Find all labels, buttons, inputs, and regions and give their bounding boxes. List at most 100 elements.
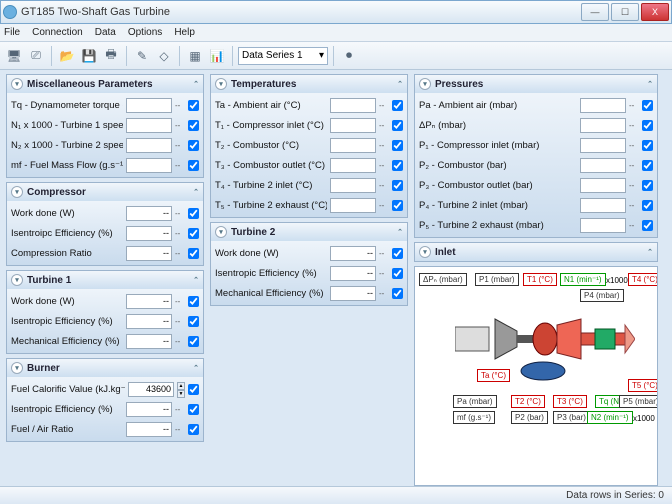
series-selector[interactable]: Data Series 1▾ xyxy=(238,47,328,65)
param-input[interactable] xyxy=(126,158,172,173)
expand-icon: ▾ xyxy=(11,78,23,90)
panel-comp: ▾ Compressor ⌃ Work done (W) -- Isentroi… xyxy=(6,182,204,266)
minimize-button[interactable]: — xyxy=(581,3,609,21)
param-input[interactable] xyxy=(580,138,626,153)
param-input[interactable] xyxy=(330,118,376,133)
param-input[interactable] xyxy=(330,98,376,113)
param-input[interactable] xyxy=(126,138,172,153)
save-icon[interactable]: 💾 xyxy=(79,46,99,66)
param-checkbox[interactable] xyxy=(642,140,653,151)
param-input[interactable] xyxy=(126,334,172,349)
network-icon[interactable]: ⎚ xyxy=(26,46,46,66)
param-label: T₁ - Compressor inlet (°C) xyxy=(215,120,327,131)
param-input[interactable] xyxy=(126,294,172,309)
close-button[interactable]: X xyxy=(641,3,669,21)
param-checkbox[interactable] xyxy=(642,120,653,131)
param-input[interactable] xyxy=(126,314,172,329)
param-input[interactable] xyxy=(580,118,626,133)
param-checkbox[interactable] xyxy=(642,160,653,171)
panel-header-t2[interactable]: ▾ Turbine 2 ⌃ xyxy=(211,223,407,241)
connect-icon[interactable]: 🖥 xyxy=(4,46,24,66)
param-input[interactable] xyxy=(330,158,376,173)
panel-burner: ▾ Burner ⌃ Fuel Calorific Value (kJ.kg⁻¹… xyxy=(6,358,204,442)
print-icon[interactable]: 🖶 xyxy=(101,46,121,66)
param-checkbox[interactable] xyxy=(188,384,199,395)
param-input[interactable] xyxy=(126,226,172,241)
param-input[interactable] xyxy=(126,206,172,221)
param-checkbox[interactable] xyxy=(392,288,403,299)
param-checkbox[interactable] xyxy=(188,424,199,435)
param-row: N₁ x 1000 - Turbine 1 speed (min⁻¹) -- xyxy=(11,115,199,135)
param-input[interactable] xyxy=(330,286,376,301)
param-checkbox[interactable] xyxy=(188,336,199,347)
param-input[interactable] xyxy=(580,178,626,193)
edit-icon[interactable]: ✎ xyxy=(132,46,152,66)
param-input[interactable] xyxy=(330,266,376,281)
menu-connection[interactable]: Connection xyxy=(32,27,83,38)
param-checkbox[interactable] xyxy=(188,316,199,327)
param-checkbox[interactable] xyxy=(188,160,199,171)
param-checkbox[interactable] xyxy=(392,180,403,191)
param-checkbox[interactable] xyxy=(188,296,199,307)
param-checkbox[interactable] xyxy=(392,268,403,279)
param-checkbox[interactable] xyxy=(642,220,653,231)
record-icon[interactable]: ⏺ xyxy=(339,46,359,66)
param-checkbox[interactable] xyxy=(392,120,403,131)
param-input[interactable] xyxy=(126,118,172,133)
param-checkbox[interactable] xyxy=(392,200,403,211)
param-checkbox[interactable] xyxy=(392,160,403,171)
param-checkbox[interactable] xyxy=(188,228,199,239)
param-checkbox[interactable] xyxy=(392,248,403,259)
param-input[interactable] xyxy=(126,246,172,261)
param-label: T₂ - Combustor (°C) xyxy=(215,140,327,151)
menu-help[interactable]: Help xyxy=(174,27,195,38)
param-label: Work done (W) xyxy=(11,296,123,307)
panel-header-misc[interactable]: ▾ Miscellaneous Parameters ⌃ xyxy=(7,75,203,93)
expand-icon: ▾ xyxy=(11,362,23,374)
param-checkbox[interactable] xyxy=(392,100,403,111)
param-input[interactable] xyxy=(330,198,376,213)
param-input[interactable] xyxy=(126,98,172,113)
open-icon[interactable]: 📂 xyxy=(57,46,77,66)
spinner[interactable]: ▲▼ xyxy=(177,382,185,397)
table-icon[interactable]: ▦ xyxy=(185,46,205,66)
param-checkbox[interactable] xyxy=(642,200,653,211)
param-checkbox[interactable] xyxy=(392,140,403,151)
erase-icon[interactable]: ◇ xyxy=(154,46,174,66)
maximize-button[interactable]: ☐ xyxy=(611,3,639,21)
panel-header-burner[interactable]: ▾ Burner ⌃ xyxy=(7,359,203,377)
param-input[interactable] xyxy=(330,178,376,193)
param-input[interactable] xyxy=(128,382,174,397)
chart-icon[interactable]: 📊 xyxy=(207,46,227,66)
param-input[interactable] xyxy=(580,98,626,113)
param-checkbox[interactable] xyxy=(188,140,199,151)
param-checkbox[interactable] xyxy=(188,248,199,259)
param-input[interactable] xyxy=(580,198,626,213)
param-label: ΔPₙ (mbar) xyxy=(419,120,577,131)
titlebar: GT185 Two-Shaft Gas Turbine — ☐ X xyxy=(0,0,672,24)
param-input[interactable] xyxy=(330,138,376,153)
window-title: GT185 Two-Shaft Gas Turbine xyxy=(21,6,579,18)
panel-header-t1[interactable]: ▾ Turbine 1 ⌃ xyxy=(7,271,203,289)
panel-header-inlet[interactable]: ▾ Inlet ⌃ xyxy=(415,243,657,261)
param-checkbox[interactable] xyxy=(188,120,199,131)
menu-options[interactable]: Options xyxy=(128,27,162,38)
param-input[interactable] xyxy=(126,402,172,417)
diagram-label: P2 (bar) xyxy=(511,411,548,424)
param-checkbox[interactable] xyxy=(188,100,199,111)
param-input[interactable] xyxy=(580,158,626,173)
param-row: P₄ - Turbine 2 inlet (mbar) -- xyxy=(419,195,653,215)
expand-icon: ▾ xyxy=(11,186,23,198)
param-checkbox[interactable] xyxy=(188,208,199,219)
param-checkbox[interactable] xyxy=(642,100,653,111)
param-checkbox[interactable] xyxy=(188,404,199,415)
param-checkbox[interactable] xyxy=(642,180,653,191)
menu-data[interactable]: Data xyxy=(95,27,116,38)
param-input[interactable] xyxy=(580,218,626,233)
param-input[interactable] xyxy=(330,246,376,261)
panel-header-pres[interactable]: ▾ Pressures ⌃ xyxy=(415,75,657,93)
panel-header-temp[interactable]: ▾ Temperatures ⌃ xyxy=(211,75,407,93)
menu-file[interactable]: File xyxy=(4,27,20,38)
panel-header-comp[interactable]: ▾ Compressor ⌃ xyxy=(7,183,203,201)
param-input[interactable] xyxy=(126,422,172,437)
